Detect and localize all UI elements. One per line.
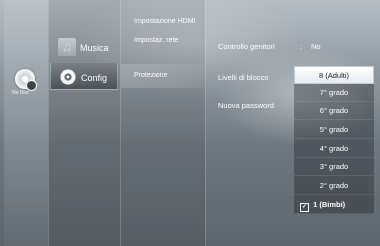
disc-status-label: No Disc (12, 90, 30, 96)
menu-item-musica[interactable]: Musica (50, 33, 118, 61)
option-lock-levels[interactable]: Livelli di blocco (218, 73, 268, 82)
checkbox-icon: ✓ (300, 203, 309, 212)
column-divider (205, 0, 206, 246)
column-divider (48, 0, 49, 246)
option-separator: : (300, 42, 303, 51)
dropdown-item-level-6[interactable]: 6° grado (294, 102, 374, 120)
menu-item-label: Musica (80, 43, 109, 53)
submenu-item-protection[interactable]: Protezione (134, 72, 167, 79)
option-parental-control[interactable]: Controllo genitori (218, 42, 275, 51)
dropdown-item-level-8[interactable]: 8 (Adulti) (294, 66, 374, 84)
gear-icon (59, 65, 77, 89)
menu-item-label: Config (81, 73, 108, 83)
music-icon (58, 38, 76, 56)
column-divider (120, 0, 121, 246)
dropdown-item-level-3[interactable]: 3° grado (294, 158, 374, 176)
dropdown-item-level-4[interactable]: 4° grado (294, 140, 374, 158)
submenu-item-network[interactable]: Impostaz. rete (134, 37, 178, 44)
dropdown-item-level-7[interactable]: 7° grado (294, 84, 374, 102)
menu-item-config[interactable]: Config (50, 62, 118, 90)
submenu-item-hdmi[interactable]: Impostazione HDMI (134, 18, 195, 25)
option-parental-control-value: No (311, 42, 321, 51)
disc-icon (15, 69, 37, 91)
option-new-password[interactable]: Nuova password (218, 101, 274, 110)
dropdown-item-level-2[interactable]: 2° grado (294, 177, 374, 195)
dropdown-item-label: 1 (Bimbi) (313, 200, 346, 209)
lock-level-dropdown: 8 (Adulti) 7° grado 6° grado 5° grado 4°… (294, 66, 374, 214)
disc-column (4, 0, 48, 246)
dropdown-item-level-1[interactable]: ✓ 1 (Bimbi) (294, 196, 374, 214)
dropdown-item-level-5[interactable]: 5° grado (294, 121, 374, 139)
